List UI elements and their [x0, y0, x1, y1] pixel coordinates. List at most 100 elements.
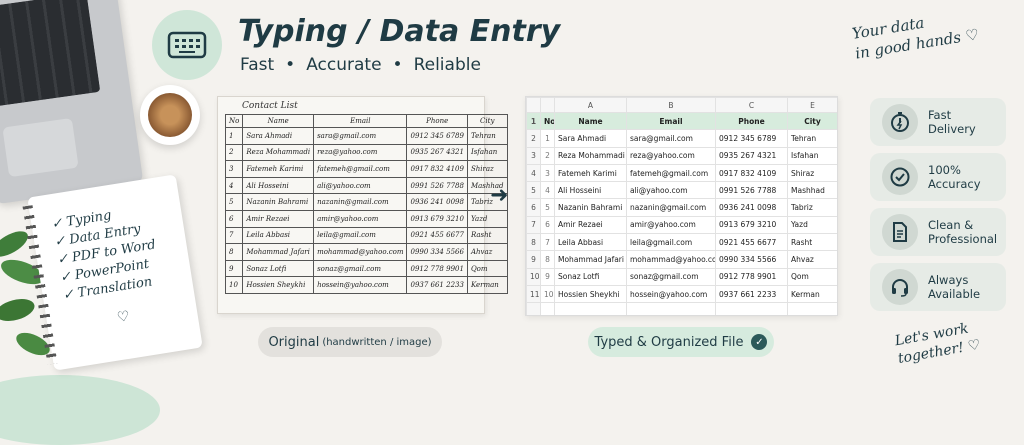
table-cell[interactable]: Amir Rezaei — [554, 215, 627, 235]
table-cell[interactable]: Hossien Sheykhi — [554, 284, 627, 304]
table-cell[interactable] — [554, 302, 627, 315]
subtitle-accurate: Accurate — [306, 55, 382, 75]
table-cell[interactable]: 0991 526 7788 — [715, 181, 788, 200]
table-cell[interactable]: Leila Abbasi — [554, 233, 627, 252]
hw-row: 9 Sonaz Lotfi sonaz@gmail.com 0912 778 9901… — [224, 259, 508, 278]
table-cell[interactable]: 10 — [540, 284, 555, 304]
column-letter[interactable]: A — [554, 97, 627, 113]
row-number[interactable]: 6 — [526, 198, 541, 217]
sheet-corner[interactable] — [526, 97, 541, 113]
table-cell[interactable]: 9 — [540, 267, 555, 286]
column-header[interactable]: Phone — [715, 111, 788, 131]
table-cell[interactable]: ali@yahoo.com — [626, 181, 716, 200]
hw-cell: 0936 241 0098 — [406, 193, 468, 211]
table-cell[interactable]: 0921 455 6677 — [715, 233, 788, 252]
table-cell[interactable]: 1 — [540, 129, 555, 148]
table-cell[interactable]: Mashhad — [787, 181, 837, 200]
row-number[interactable]: 11 — [526, 284, 541, 304]
column-header[interactable]: City — [787, 111, 837, 131]
table-cell[interactable]: sonaz@gmail.com — [626, 267, 716, 286]
hw-column-header: Phone — [406, 114, 468, 128]
table-cell[interactable] — [787, 302, 837, 315]
row-number[interactable] — [526, 302, 541, 315]
table-cell[interactable]: Nazanin Bahrami — [554, 198, 627, 217]
row-number[interactable]: 9 — [526, 250, 541, 269]
table-row — [526, 302, 837, 315]
row-number[interactable]: 10 — [526, 267, 541, 286]
table-cell[interactable]: Tabriz — [787, 198, 837, 217]
table-cell[interactable]: Shiraz — [787, 163, 837, 183]
table-cell[interactable]: mohammad@yahoo.com — [626, 250, 716, 269]
feature-line: Professional — [928, 232, 998, 246]
table-cell[interactable]: leila@gmail.com — [626, 233, 716, 252]
table-cell[interactable]: 2 — [540, 146, 555, 165]
column-letter[interactable]: B — [626, 97, 716, 113]
table-cell[interactable]: Ahvaz — [787, 250, 837, 269]
table-cell[interactable]: 0936 241 0098 — [715, 198, 788, 217]
table-cell[interactable]: 5 — [540, 198, 555, 217]
table-cell[interactable]: 0935 267 4321 — [715, 146, 788, 165]
table-cell[interactable]: Sonaz Lotfi — [554, 267, 627, 286]
column-header[interactable]: No — [540, 111, 555, 131]
table-cell[interactable]: Mohammad Jafari — [554, 250, 627, 269]
spreadsheet-table: ABCE 1 No Name Email Phone City 2 1 Sara Ahmadi s… — [526, 97, 837, 315]
hw-cell: Tehran — [466, 127, 508, 145]
table-cell[interactable]: 0990 334 5566 — [715, 250, 788, 269]
table-cell[interactable]: 8 — [540, 250, 555, 269]
table-cell[interactable]: Isfahan — [787, 146, 837, 165]
table-cell[interactable]: Rasht — [787, 233, 837, 252]
hw-row: 8 Mohammad Jafari mohammad@yahoo.com 0990 3… — [224, 243, 508, 261]
table-cell[interactable]: reza@yahoo.com — [626, 146, 716, 165]
table-cell[interactable]: 7 — [540, 233, 555, 252]
table-cell[interactable]: Kerman — [787, 284, 837, 304]
table-cell[interactable]: 0912 778 9901 — [715, 267, 788, 286]
hw-cell: Nazanin Bahrami — [242, 193, 315, 211]
row-number[interactable]: 1 — [526, 111, 541, 131]
row-number[interactable]: 4 — [526, 163, 541, 183]
table-cell[interactable]: 0917 832 4109 — [715, 163, 788, 183]
row-number[interactable]: 7 — [526, 215, 541, 235]
table-cell[interactable]: 4 — [540, 181, 555, 200]
hw-cell: Kerman — [466, 276, 508, 294]
column-header[interactable]: Email — [626, 111, 716, 131]
hw-cell: Qom — [466, 259, 508, 278]
column-letter[interactable]: E — [787, 97, 837, 113]
table-cell[interactable]: 0912 345 6789 — [715, 129, 788, 148]
table-cell[interactable] — [626, 302, 716, 315]
row-number[interactable]: 5 — [526, 181, 541, 200]
row-number[interactable]: 2 — [526, 129, 541, 148]
table-cell[interactable]: fatemeh@gmail.com — [626, 163, 716, 183]
column-letter[interactable]: C — [715, 97, 788, 113]
table-cell[interactable]: Qom — [787, 267, 837, 286]
page-title: Typing / Data Entry — [238, 14, 561, 49]
table-row: 6 5 Nazanin Bahrami nazanin@gmail.com 0936 2… — [526, 198, 837, 217]
table-cell[interactable] — [540, 302, 555, 315]
feature-always-available: Always Available — [870, 263, 1006, 311]
table-cell[interactable]: hossein@yahoo.com — [626, 284, 716, 304]
table-cell[interactable]: Reza Mohammadi — [554, 146, 627, 165]
arrow-right-icon: ➜ — [490, 183, 509, 208]
check-circle-icon — [882, 159, 918, 195]
table-cell[interactable]: Sara Ahmadi — [554, 129, 627, 148]
hw-cell: amir@yahoo.com — [313, 209, 408, 228]
row-number[interactable]: 3 — [526, 146, 541, 165]
decorative-blob — [0, 375, 160, 445]
table-cell[interactable]: amir@yahoo.com — [626, 215, 716, 235]
table-cell[interactable]: Tehran — [787, 129, 837, 148]
table-cell[interactable]: nazanin@gmail.com — [626, 198, 716, 217]
column-header[interactable]: Name — [554, 111, 627, 131]
hw-cell: Ali Hosseini — [242, 176, 315, 195]
feature-line: Clean & — [928, 218, 974, 232]
table-cell[interactable]: Yazd — [787, 215, 837, 235]
table-cell[interactable]: Fatemeh Karimi — [554, 163, 627, 183]
table-cell[interactable]: sara@gmail.com — [626, 129, 716, 148]
hw-cell: sara@gmail.com — [313, 127, 408, 145]
table-cell[interactable]: Ali Hosseini — [554, 181, 627, 200]
table-cell[interactable]: 0937 661 2233 — [715, 284, 788, 304]
table-cell[interactable]: 3 — [540, 163, 555, 183]
column-letter[interactable] — [540, 97, 555, 113]
table-cell[interactable]: 6 — [540, 215, 555, 235]
table-cell[interactable] — [715, 302, 788, 315]
row-number[interactable]: 8 — [526, 233, 541, 252]
table-cell[interactable]: 0913 679 3210 — [715, 215, 788, 235]
